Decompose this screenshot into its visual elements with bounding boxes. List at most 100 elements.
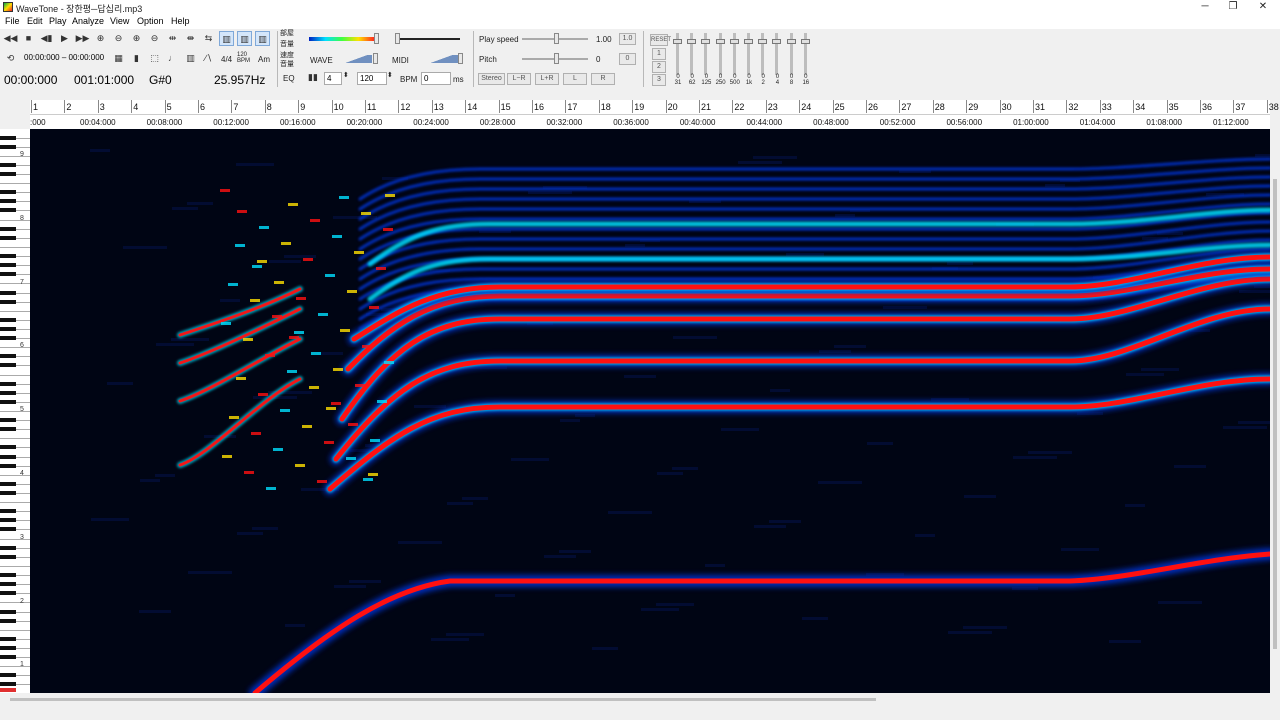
wave-icon[interactable]: ∕∖ [201,51,216,66]
black-key[interactable] [0,418,16,423]
note-icon[interactable]: ♩ [165,51,180,66]
white-key[interactable] [0,666,30,668]
white-key[interactable] [0,474,30,476]
eq-preset-1[interactable]: 1 [652,48,666,60]
wave-volume-ramp[interactable] [334,55,372,63]
color-scale-thumb[interactable] [374,33,379,44]
white-key[interactable] [0,219,30,221]
zoom-out-horizontal-icon[interactable]: ⊖ [111,31,126,46]
eq-band-thumb[interactable] [772,39,782,44]
bpm-button[interactable]: 120 BPM [237,52,253,64]
black-key[interactable] [0,226,16,231]
black-key[interactable] [0,399,16,404]
white-key[interactable] [0,502,30,504]
eq-band-slider[interactable] [729,33,739,75]
eq-band-slider[interactable] [715,33,725,75]
white-key[interactable] [0,183,30,185]
white-key[interactable] [0,565,30,567]
eq-band-thumb[interactable] [715,39,725,44]
eq-band-thumb[interactable] [744,39,753,44]
white-key[interactable] [0,246,30,248]
black-key[interactable] [0,199,16,204]
black-key[interactable] [0,390,16,395]
range-field[interactable]: 00:00:000 – 00:00:000 [22,52,112,65]
white-key[interactable] [0,629,30,631]
black-key[interactable] [0,481,16,486]
l-minus-r-button[interactable]: L−R [507,73,531,85]
black-key[interactable] [0,363,16,368]
black-key[interactable] [0,190,16,195]
eq-button[interactable]: EQ [283,74,295,83]
maximize-button[interactable]: ❐ [1218,0,1248,15]
grid-icon[interactable]: ▦ [111,51,126,66]
white-key[interactable] [0,438,30,440]
black-key[interactable] [0,591,16,596]
play-speed-reset-button[interactable]: 1.0 [619,33,636,45]
midi-volume-ramp[interactable] [418,55,458,63]
play-speed-thumb[interactable] [554,33,559,44]
black-key[interactable] [0,354,16,359]
black-key[interactable] [0,655,16,660]
step-back-icon[interactable]: ◀▮ [39,31,54,46]
black-key[interactable] [0,299,16,304]
black-key[interactable] [0,509,16,514]
eq-band-thumb[interactable] [701,39,711,44]
white-key[interactable] [0,347,30,349]
spectrogram[interactable] [30,129,1280,699]
black-key[interactable] [0,554,16,559]
wave-volume-thumb[interactable] [373,53,378,64]
black-key[interactable] [0,491,16,496]
collapse-icon[interactable]: ⇼ [183,31,198,46]
black-key[interactable] [0,336,16,341]
black-key[interactable] [0,208,16,213]
zoom-in-horizontal-icon[interactable]: ⊕ [93,31,108,46]
close-button[interactable]: ✕ [1248,0,1278,15]
black-key[interactable] [0,254,16,259]
contrast-slider-track[interactable] [398,38,460,40]
eq-band-slider[interactable] [758,33,768,75]
loop-icon[interactable]: ⟲ [3,51,18,66]
black-key[interactable] [0,317,16,322]
menu-help[interactable]: Help [171,16,190,26]
black-key[interactable] [0,172,16,177]
minimize-button[interactable]: ─ [1190,0,1220,15]
bpm-spinner-icon[interactable]: ⬍ [387,71,393,79]
stereo-button[interactable]: Stereo [478,73,505,85]
black-key[interactable] [0,618,16,623]
black-key[interactable] [0,645,16,650]
black-key[interactable] [0,272,16,277]
expand-icon[interactable]: ⇹ [165,31,180,46]
black-key[interactable] [0,445,16,450]
beats-field[interactable]: 4 [324,72,342,85]
eq-band-slider[interactable] [673,33,682,75]
black-key[interactable] [0,573,16,578]
bpm-field[interactable]: 120 [357,72,387,85]
menu-play[interactable]: Play [49,16,67,26]
black-key[interactable] [0,682,16,687]
key-button[interactable]: Am [258,55,270,64]
black-key[interactable] [0,545,16,550]
eq-band-slider[interactable] [744,33,753,75]
white-key[interactable] [0,538,30,540]
eq-band-slider[interactable] [786,33,796,75]
menu-analyze[interactable]: Analyze [72,16,104,26]
vertical-scroll-thumb[interactable] [1273,179,1277,649]
midi-volume-thumb[interactable] [458,53,463,64]
view-mode-1-icon[interactable]: ▥ [219,31,234,46]
mic-icon[interactable]: ▮ [129,51,144,66]
menu-file[interactable]: File [5,16,20,26]
fit-icon[interactable]: ⇆ [201,31,216,46]
black-key[interactable] [0,235,16,240]
zoom-in-vertical-icon[interactable]: ⊕ [129,31,144,46]
right-button[interactable]: R [591,73,615,85]
white-key[interactable] [0,155,30,157]
black-key[interactable] [0,326,16,331]
menu-view[interactable]: View [110,16,129,26]
eq-band-slider[interactable] [687,33,697,75]
black-key[interactable] [0,454,16,459]
pitch-thumb[interactable] [554,53,559,64]
eq-band-thumb[interactable] [786,39,796,44]
vertical-scrollbar[interactable] [1270,129,1280,693]
black-key[interactable] [0,135,16,140]
white-key[interactable] [0,310,30,312]
